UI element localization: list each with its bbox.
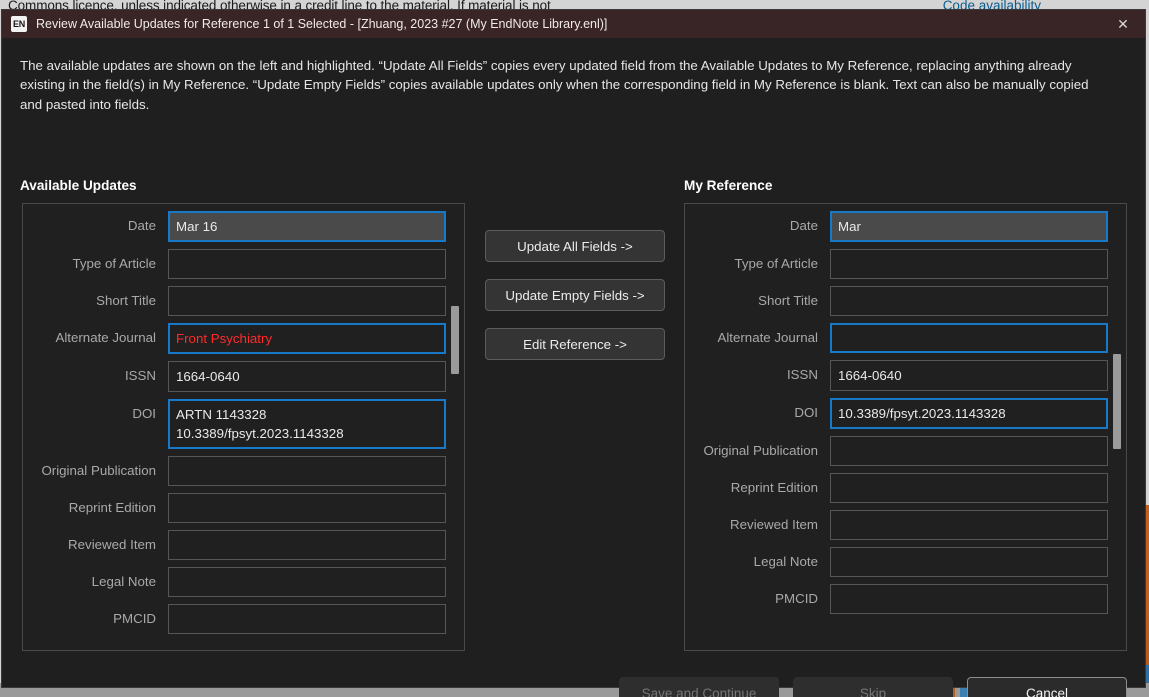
field-row: DOI 10.3389/fpsyt.2023.1143328 xyxy=(685,398,1126,429)
field-row: PMCID xyxy=(685,584,1126,614)
field-row: Short Title xyxy=(685,286,1126,316)
endnote-app-icon: EN xyxy=(11,16,27,32)
scrollbar-thumb[interactable] xyxy=(451,306,459,374)
field-row: PMCID xyxy=(23,604,464,634)
available-updates-panel: Date Mar 16 Type of Article Short Title Alte… xyxy=(22,203,465,651)
field-label: PMCID xyxy=(775,591,818,606)
field-input[interactable] xyxy=(830,323,1108,353)
field-label: Short Title xyxy=(758,293,818,308)
field-label: DOI xyxy=(132,406,156,421)
field-input[interactable] xyxy=(830,249,1108,279)
field-row: Reprint Edition xyxy=(685,473,1126,503)
field-row: Date Mar xyxy=(685,211,1126,242)
field-input[interactable]: Mar 16 xyxy=(168,211,446,242)
field-row: Alternate Journal xyxy=(685,323,1126,353)
review-available-updates-dialog: EN Review Available Updates for Referenc… xyxy=(2,10,1145,697)
field-row: Type of Article xyxy=(685,249,1126,279)
field-row: Legal Note xyxy=(685,547,1126,577)
field-row: ISSN 1664-0640 xyxy=(685,360,1126,391)
field-input[interactable] xyxy=(830,584,1108,614)
field-label: Reprint Edition xyxy=(730,480,818,495)
field-label: PMCID xyxy=(113,611,156,626)
field-label: Type of Article xyxy=(734,256,818,271)
field-label: Reviewed Item xyxy=(730,517,818,532)
field-row: Alternate Journal Front Psychiatry xyxy=(23,323,464,354)
field-input[interactable]: 1664-0640 xyxy=(168,361,446,392)
field-row: ISSN 1664-0640 xyxy=(23,361,464,392)
field-input[interactable] xyxy=(168,456,446,486)
my-reference-scrollbar[interactable] xyxy=(1110,206,1124,648)
field-label: Alternate Journal xyxy=(55,330,156,345)
close-icon[interactable]: ✕ xyxy=(1101,10,1145,38)
field-label: Date xyxy=(127,218,156,233)
screen: Commons licence, unless indicated otherw… xyxy=(0,0,1149,697)
field-input[interactable] xyxy=(168,493,446,523)
field-row: DOI ARTN 1143328 10.3389/fpsyt.2023.11433… xyxy=(23,399,464,449)
field-input[interactable] xyxy=(830,436,1108,466)
field-input[interactable] xyxy=(168,286,446,316)
field-label: Short Title xyxy=(96,293,156,308)
update-all-fields-button[interactable]: Update All Fields -> xyxy=(485,230,665,262)
field-row: Type of Article xyxy=(23,249,464,279)
field-label: Original Publication xyxy=(41,463,156,478)
available-updates-heading: Available Updates xyxy=(20,178,137,193)
skip-button: Skip xyxy=(793,677,953,697)
field-input[interactable] xyxy=(168,604,446,634)
instructions-text: The available updates are shown on the l… xyxy=(20,58,1089,112)
field-input[interactable]: Front Psychiatry xyxy=(168,323,446,354)
my-reference-panel: Date Mar Type of Article Short Title Alterna… xyxy=(684,203,1127,651)
field-label: DOI xyxy=(794,405,818,420)
field-row: Reviewed Item xyxy=(685,510,1126,540)
field-label: Reprint Edition xyxy=(68,500,156,515)
transfer-actions: Update All Fields -> Update Empty Fields … xyxy=(485,230,665,360)
field-row: Date Mar 16 xyxy=(23,211,464,242)
field-input[interactable] xyxy=(830,547,1108,577)
field-input[interactable] xyxy=(168,530,446,560)
edit-reference-button[interactable]: Edit Reference -> xyxy=(485,328,665,360)
field-input[interactable]: 1664-0640 xyxy=(830,360,1108,391)
field-label: Legal Note xyxy=(91,574,156,589)
my-reference-field-list: Date Mar Type of Article Short Title Alterna… xyxy=(685,204,1126,621)
my-reference-heading: My Reference xyxy=(684,178,773,193)
field-input[interactable] xyxy=(168,567,446,597)
dialog-titlebar[interactable]: EN Review Available Updates for Referenc… xyxy=(2,10,1145,38)
field-input[interactable]: Mar xyxy=(830,211,1108,242)
update-empty-fields-button[interactable]: Update Empty Fields -> xyxy=(485,279,665,311)
cancel-button[interactable]: Cancel xyxy=(967,677,1127,697)
field-row: Original Publication xyxy=(23,456,464,486)
dialog-footer: Save and Continue Skip Cancel xyxy=(2,668,1145,697)
field-label: Legal Note xyxy=(753,554,818,569)
field-row: Original Publication xyxy=(685,436,1126,466)
field-row: Legal Note xyxy=(23,567,464,597)
field-row: Reprint Edition xyxy=(23,493,464,523)
field-label: Alternate Journal xyxy=(717,330,818,345)
field-input[interactable]: ARTN 1143328 10.3389/fpsyt.2023.1143328 xyxy=(168,399,446,449)
available-updates-scrollbar[interactable] xyxy=(448,206,462,648)
dialog-title: Review Available Updates for Reference 1… xyxy=(36,17,608,31)
field-input[interactable]: 10.3389/fpsyt.2023.1143328 xyxy=(830,398,1108,429)
scrollbar-thumb[interactable] xyxy=(1113,354,1121,449)
dialog-body: The available updates are shown on the l… xyxy=(2,38,1145,697)
field-label: Reviewed Item xyxy=(68,537,156,552)
field-label: Type of Article xyxy=(72,256,156,271)
field-input[interactable] xyxy=(168,249,446,279)
field-row: Reviewed Item xyxy=(23,530,464,560)
field-input[interactable] xyxy=(830,473,1108,503)
field-label: ISSN xyxy=(786,367,818,382)
field-row: Short Title xyxy=(23,286,464,316)
field-input[interactable] xyxy=(830,510,1108,540)
field-label: Original Publication xyxy=(703,443,818,458)
field-label: Date xyxy=(789,218,818,233)
field-label: ISSN xyxy=(124,368,156,383)
available-updates-field-list: Date Mar 16 Type of Article Short Title Alte… xyxy=(23,204,464,641)
save-and-continue-button: Save and Continue xyxy=(619,677,779,697)
field-input[interactable] xyxy=(830,286,1108,316)
